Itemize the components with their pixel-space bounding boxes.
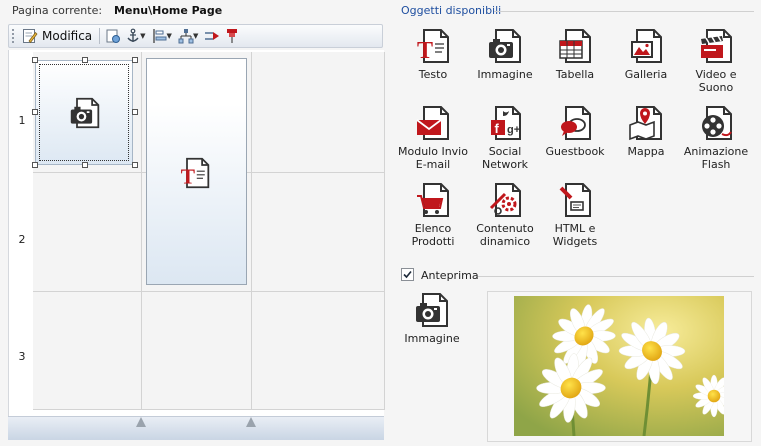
resize-handle[interactable]: [82, 162, 88, 168]
preview-label: Anteprima: [421, 269, 479, 282]
html-icon: [559, 183, 591, 217]
resize-handle[interactable]: [32, 57, 38, 63]
current-page-value: Menu\Home Page: [114, 4, 223, 17]
object-item-label: Video e Suono: [695, 68, 737, 94]
preview-object-label: Immagine: [404, 332, 460, 345]
object-item-immagine[interactable]: Immagine: [470, 28, 540, 81]
hierarchy-dropdown-caret[interactable]: ▼: [193, 32, 198, 40]
gallery-icon: [631, 29, 662, 63]
object-item-label: Immagine: [477, 68, 533, 81]
map-pin-icon: [629, 106, 662, 141]
object-item-label: Contenuto dinamico: [476, 222, 534, 248]
envelope-icon: [416, 106, 449, 140]
grid-cell[interactable]: [252, 173, 385, 292]
toolbar-separator: [99, 28, 101, 44]
object-item-testo[interactable]: T Testo: [398, 28, 468, 81]
camera-icon: [489, 29, 521, 63]
align-dropdown-caret[interactable]: ▼: [167, 32, 172, 40]
checkmark-icon: [403, 270, 412, 279]
section-divider: [478, 276, 754, 277]
social-icon: f g+: [491, 106, 521, 140]
object-item-label: Mappa: [627, 145, 665, 158]
resize-handle[interactable]: [32, 109, 38, 115]
text-icon: T: [181, 157, 210, 189]
speech-bubble-icon: [561, 106, 591, 140]
text-icon: T: [417, 29, 449, 64]
grid-cell[interactable]: [252, 292, 385, 410]
object-item-guestbook[interactable]: Guestbook: [540, 105, 610, 158]
object-item-elenco-prodotti[interactable]: Elenco Prodotti: [398, 182, 468, 248]
grid-cell[interactable]: [142, 292, 252, 410]
row-number: 1: [18, 114, 26, 127]
move-right-icon: [205, 32, 220, 40]
placed-image-object[interactable]: [35, 60, 133, 165]
preview-checkbox[interactable]: [401, 268, 414, 281]
current-page-label: Pagina corrente:: [12, 4, 103, 17]
object-item-label: Guestbook: [545, 145, 605, 158]
object-item-animazione-flash[interactable]: Animazione Flash: [681, 105, 751, 171]
properties-button[interactable]: [103, 26, 123, 46]
align-icon: [152, 29, 167, 43]
resize-handle[interactable]: [132, 109, 138, 115]
edit-icon: [23, 29, 38, 44]
anchor-icon: [127, 28, 139, 42]
anchor-dropdown-caret[interactable]: ▼: [140, 32, 145, 40]
toolbar-grip[interactable]: [11, 28, 15, 44]
camera-icon: [70, 97, 100, 129]
svg-text:g+: g+: [507, 124, 520, 136]
current-page-indicator: Pagina corrente: Menu\Home Page: [12, 4, 222, 18]
object-item-contenuto-dinamico[interactable]: Contenuto dinamico: [470, 182, 540, 248]
column-slider-thumb[interactable]: [136, 417, 146, 427]
properties-icon: [106, 29, 121, 43]
object-item-label: HTML e Widgets: [552, 222, 598, 248]
preview-selected-object: Immagine: [397, 292, 467, 345]
object-item-label: Testo: [418, 68, 448, 81]
section-divider: [494, 11, 754, 12]
svg-text:T: T: [417, 38, 433, 64]
film-reel-icon: [702, 106, 732, 140]
object-item-label: Galleria: [624, 68, 668, 81]
svg-text:T: T: [181, 165, 195, 189]
placed-text-object[interactable]: T: [146, 58, 247, 285]
object-toolbar: Modifica ▼ ▼ ▼: [8, 24, 383, 48]
daisies-photo: [514, 296, 724, 436]
object-item-modulo-email[interactable]: Modulo Invio E-mail: [398, 105, 468, 171]
edit-button[interactable]: Modifica: [18, 26, 96, 46]
edit-button-label: Modifica: [42, 29, 93, 43]
object-item-mappa[interactable]: Mappa: [611, 105, 681, 158]
grid-cell[interactable]: [33, 173, 142, 292]
grid-cell[interactable]: [252, 52, 385, 173]
resize-handle[interactable]: [132, 57, 138, 63]
resize-handle[interactable]: [82, 57, 88, 63]
available-objects-title: Oggetti disponibili: [401, 4, 502, 17]
table-icon: [559, 29, 591, 63]
object-item-social-network[interactable]: f g+ Social Network: [470, 105, 540, 171]
pin-icon: [227, 29, 238, 43]
object-item-label: Animazione Flash: [683, 145, 749, 171]
row-number: 3: [18, 350, 26, 363]
object-item-html-widgets[interactable]: HTML e Widgets: [540, 182, 610, 248]
resize-handle[interactable]: [132, 162, 138, 168]
row-number: 2: [18, 233, 26, 246]
object-item-label: Elenco Prodotti: [411, 222, 455, 248]
object-item-label: Social Network: [482, 145, 528, 171]
hierarchy-icon: [178, 29, 194, 44]
camera-icon: [416, 293, 448, 327]
clapperboard-icon: [701, 29, 732, 63]
object-item-galleria[interactable]: Galleria: [611, 28, 681, 81]
pin-button[interactable]: [222, 26, 242, 46]
column-slider-thumb[interactable]: [246, 417, 256, 427]
object-item-tabella[interactable]: Tabella: [540, 28, 610, 81]
object-item-label: Tabella: [555, 68, 595, 81]
move-right-button[interactable]: [202, 26, 222, 46]
svg-text:f: f: [495, 121, 500, 136]
cart-icon: [417, 183, 449, 217]
grid-cell[interactable]: [33, 292, 142, 410]
object-item-video-suono[interactable]: Video e Suono: [681, 28, 751, 94]
resize-handle[interactable]: [32, 162, 38, 168]
object-item-label: Modulo Invio E-mail: [398, 145, 468, 171]
preview-image: [514, 296, 724, 436]
gears-icon: [489, 183, 521, 217]
column-slider-bar: [8, 416, 384, 440]
